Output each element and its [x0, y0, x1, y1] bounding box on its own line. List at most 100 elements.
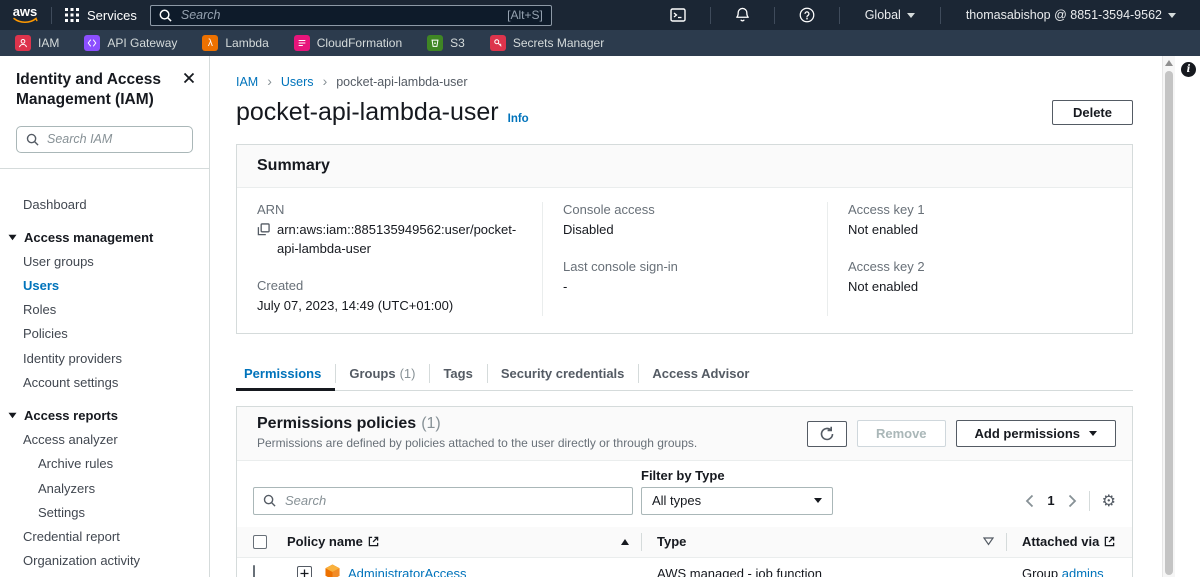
- services-menu[interactable]: Services: [65, 8, 137, 23]
- main-content: IAM Users pocket-api-lambda-user pocket-…: [211, 56, 1162, 577]
- access-key2-value: Not enabled: [848, 278, 1092, 297]
- column-type[interactable]: Type: [642, 527, 1007, 557]
- sort-ascending-icon[interactable]: [621, 539, 629, 545]
- region-selector[interactable]: Global: [853, 8, 927, 22]
- info-panel-icon[interactable]: i: [1181, 62, 1196, 77]
- account-label: thomasabishop @ 8851-3594-9562: [966, 8, 1162, 22]
- tab-permissions[interactable]: Permissions: [236, 358, 335, 390]
- sidebar-item-analyzers[interactable]: Analyzers: [0, 476, 209, 500]
- global-search[interactable]: [Alt+S]: [150, 5, 552, 26]
- favorite-api-gateway[interactable]: API Gateway: [84, 35, 177, 51]
- search-icon: [26, 133, 39, 146]
- favorites-bar: IAM API Gateway λ Lambda CloudFormation …: [0, 30, 1200, 56]
- sidebar-item-scps[interactable]: Service control policies (SCPs): [0, 573, 209, 577]
- scrollbar-thumb[interactable]: [1165, 71, 1173, 575]
- nav-divider: [51, 7, 52, 24]
- type-filter-select[interactable]: All types: [641, 487, 833, 515]
- nav-divider: [710, 7, 711, 24]
- row-checkbox[interactable]: [253, 565, 255, 577]
- attached-group-link[interactable]: admins: [1062, 566, 1104, 577]
- column-policy-name[interactable]: Policy name: [287, 527, 642, 557]
- tab-groups-count: (1): [400, 366, 416, 381]
- sidebar-item-access-analyzer[interactable]: Access analyzer: [0, 428, 209, 452]
- attached-prefix: Group: [1022, 566, 1058, 577]
- sidebar-item-user-groups[interactable]: User groups: [0, 249, 209, 273]
- chevron-down-icon: [1089, 431, 1097, 436]
- sidebar-section-access-reports[interactable]: Access reports: [0, 403, 209, 427]
- add-permissions-button[interactable]: Add permissions: [956, 420, 1116, 447]
- sidebar-item-identity-providers[interactable]: Identity providers: [0, 346, 209, 370]
- preferences-gear-icon[interactable]: ⚙: [1102, 493, 1116, 509]
- aws-logo[interactable]: aws: [12, 6, 38, 24]
- chevron-down-icon: [1168, 13, 1176, 18]
- sidebar-section-access-management[interactable]: Access management: [0, 225, 209, 249]
- top-navigation: aws Services [Alt+S] Global thomas: [0, 0, 1200, 30]
- breadcrumb: IAM Users pocket-api-lambda-user: [236, 75, 1133, 89]
- sidebar-search[interactable]: [16, 126, 193, 153]
- notifications-bell-icon[interactable]: [735, 7, 750, 23]
- favorite-lambda[interactable]: λ Lambda: [202, 35, 268, 51]
- external-link-icon[interactable]: [368, 536, 379, 547]
- close-icon[interactable]: [183, 72, 195, 87]
- tab-groups[interactable]: Groups (1): [335, 358, 429, 390]
- region-label: Global: [865, 8, 901, 22]
- s3-service-icon: [427, 35, 443, 51]
- remove-button[interactable]: Remove: [857, 420, 946, 447]
- breadcrumb-users[interactable]: Users: [281, 75, 314, 89]
- sidebar-item-settings[interactable]: Settings: [0, 500, 209, 524]
- previous-page-button[interactable]: [1025, 494, 1034, 508]
- sidebar-item-policies[interactable]: Policies: [0, 322, 209, 346]
- favorite-iam[interactable]: IAM: [15, 35, 59, 51]
- copy-icon[interactable]: [257, 223, 270, 242]
- created-label: Created: [257, 278, 522, 293]
- detail-tabs: Permissions Groups (1) Tags Security cre…: [236, 358, 1133, 391]
- breadcrumb-iam[interactable]: IAM: [236, 75, 258, 89]
- favorite-s3[interactable]: S3: [427, 35, 465, 51]
- favorite-label: S3: [450, 36, 465, 50]
- cloudshell-icon[interactable]: [670, 7, 686, 23]
- chevron-down-icon: [814, 498, 822, 503]
- favorite-cloudformation[interactable]: CloudFormation: [294, 35, 402, 51]
- sidebar-nav-list: Dashboard Access management User groups …: [0, 192, 209, 577]
- tab-tags[interactable]: Tags: [429, 358, 486, 390]
- account-menu[interactable]: thomasabishop @ 8851-3594-9562: [954, 8, 1188, 22]
- select-all-checkbox[interactable]: [253, 535, 267, 549]
- policy-search[interactable]: [253, 487, 633, 515]
- sidebar-item-users[interactable]: Users: [0, 273, 209, 297]
- refresh-button[interactable]: [807, 421, 847, 447]
- iam-service-icon: [15, 35, 31, 51]
- chevron-down-icon: [8, 412, 17, 419]
- sidebar-item-credential-report[interactable]: Credential report: [0, 524, 209, 548]
- sidebar-item-account-settings[interactable]: Account settings: [0, 370, 209, 394]
- column-attached-via[interactable]: Attached via: [1007, 527, 1116, 557]
- policy-name-link[interactable]: AdministratorAccess: [348, 566, 466, 577]
- sidebar-search-input[interactable]: [45, 131, 183, 147]
- aws-logo-text: aws: [13, 6, 38, 17]
- attached-via-cell: Group admins: [1007, 566, 1116, 577]
- scroll-up-arrow[interactable]: [1165, 60, 1173, 66]
- current-page[interactable]: 1: [1047, 493, 1054, 508]
- sidebar-item-dashboard[interactable]: Dashboard: [0, 192, 209, 216]
- sidebar-item-organization-activity[interactable]: Organization activity: [0, 549, 209, 573]
- favorite-label: Lambda: [225, 36, 268, 50]
- delete-button[interactable]: Delete: [1052, 100, 1133, 125]
- info-link[interactable]: Info: [508, 113, 529, 125]
- help-icon[interactable]: [799, 7, 815, 23]
- tab-access-advisor[interactable]: Access Advisor: [638, 358, 763, 390]
- access-key2-label: Access key 2: [848, 259, 1092, 274]
- next-page-button[interactable]: [1068, 494, 1077, 508]
- sidebar-item-roles[interactable]: Roles: [0, 298, 209, 322]
- lambda-service-icon: λ: [202, 35, 218, 51]
- policy-search-input[interactable]: [283, 492, 623, 509]
- policies-table-header: Policy name Type Attached via: [237, 527, 1132, 558]
- summary-header: Summary: [237, 145, 1132, 188]
- policy-table-row: AdministratorAccess AWS managed - job fu…: [237, 558, 1132, 577]
- sidebar-item-archive-rules[interactable]: Archive rules: [0, 452, 209, 476]
- external-link-icon[interactable]: [1104, 536, 1115, 547]
- nav-divider: [774, 7, 775, 24]
- global-search-input[interactable]: [179, 7, 500, 23]
- expand-row-button[interactable]: [297, 566, 312, 577]
- favorite-secrets-manager[interactable]: Secrets Manager: [490, 35, 604, 51]
- column-filter-icon[interactable]: [983, 537, 994, 546]
- tab-security-credentials[interactable]: Security credentials: [487, 358, 639, 390]
